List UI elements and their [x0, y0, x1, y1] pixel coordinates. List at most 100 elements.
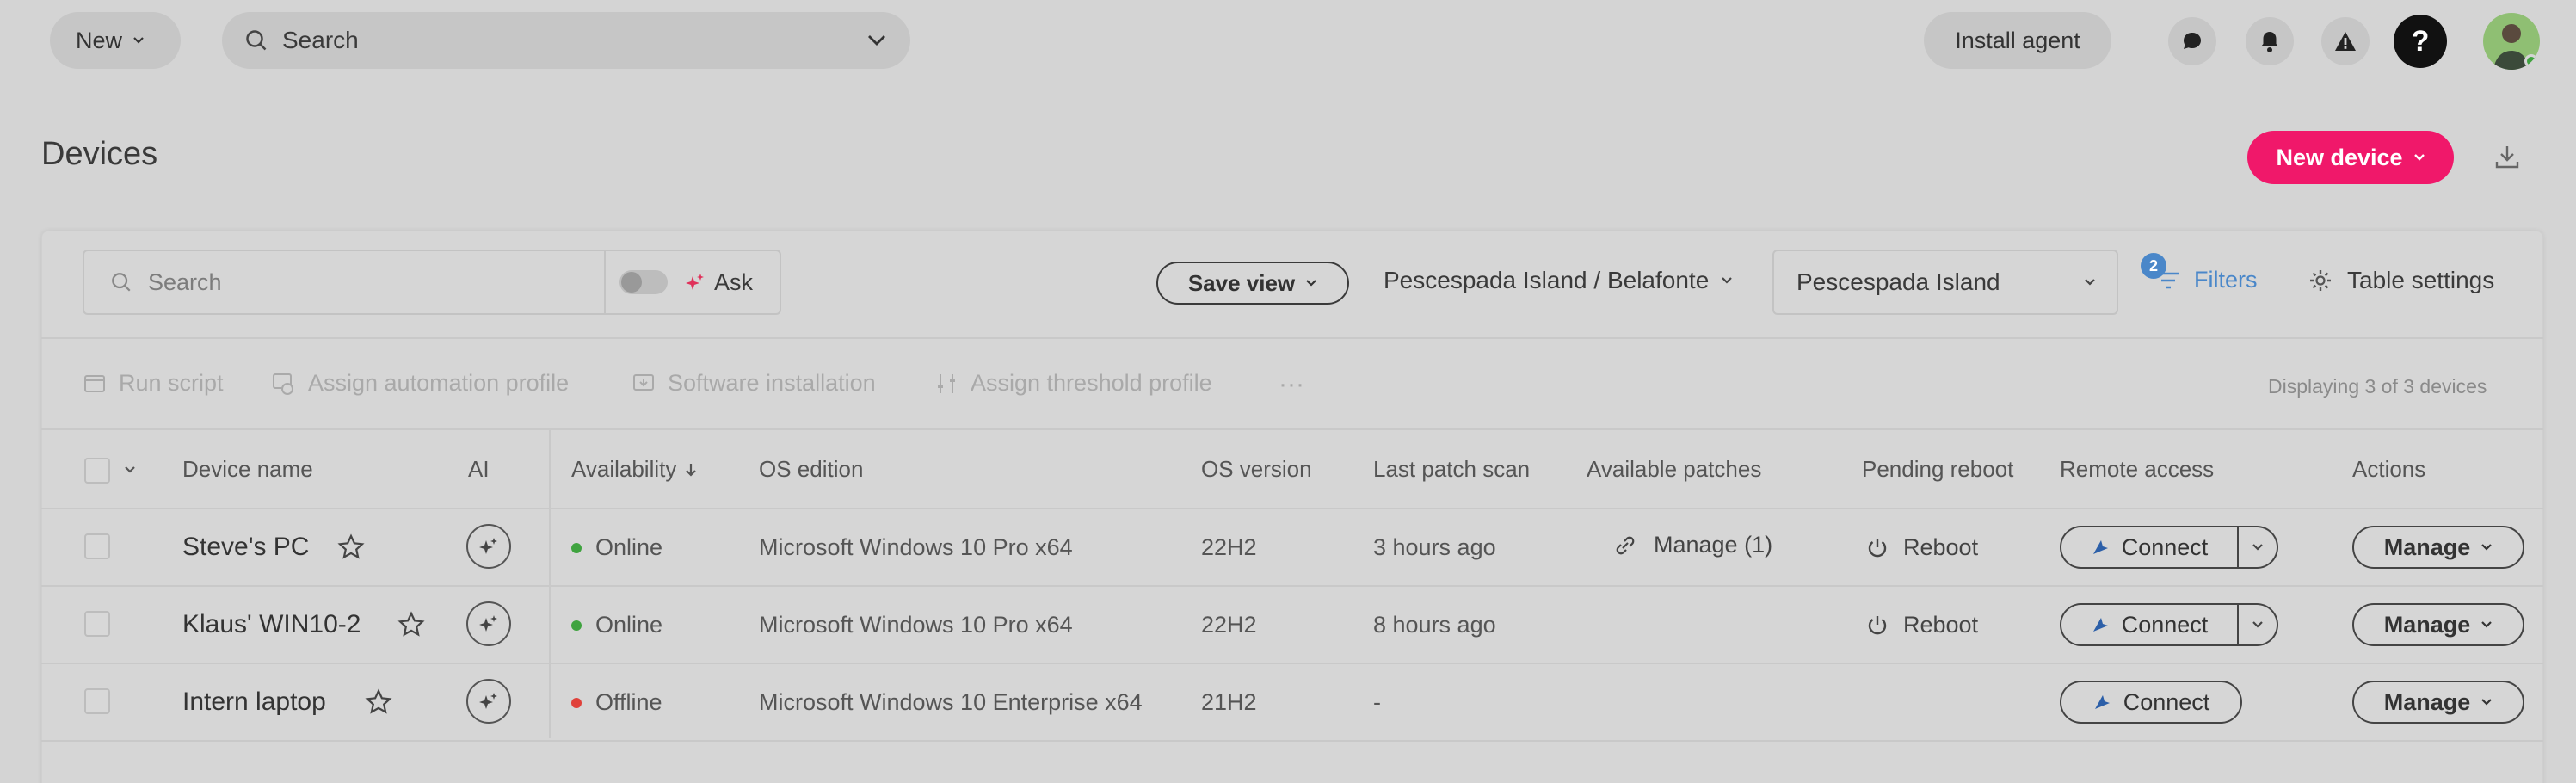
ai-ask-toggle[interactable] [619, 270, 668, 294]
new-device-button[interactable]: New device [2247, 131, 2454, 184]
chevron-down-icon[interactable] [124, 465, 136, 474]
connect-button[interactable]: Connect [2060, 603, 2239, 646]
sort-down-icon [686, 463, 697, 477]
manage-button[interactable]: Manage [2352, 603, 2524, 646]
assign-automation-profile-button[interactable]: Assign automation profile [270, 370, 569, 397]
availability-header-label: Availability [571, 456, 677, 482]
new-device-label: New device [2276, 144, 2403, 170]
displaying-count: Displaying 3 of 3 devices [2268, 375, 2487, 398]
install-agent-label: Install agent [1955, 27, 2080, 53]
column-divider [549, 428, 551, 738]
run-script-label: Run script [119, 370, 224, 396]
column-header-os-version[interactable]: OS version [1201, 456, 1312, 483]
alert-icon[interactable] [2321, 17, 2370, 65]
assign-threshold-profile-button[interactable]: Assign threshold profile [934, 370, 1212, 397]
star-icon[interactable] [397, 611, 425, 638]
global-search-label: Search [282, 27, 359, 53]
column-header-device-name[interactable]: Device name [182, 456, 313, 483]
new-menu-label: New [76, 27, 123, 53]
software-installation-button[interactable]: Software installation [632, 370, 876, 397]
availability-status: Offline [571, 689, 662, 716]
availability-status: Online [571, 612, 662, 638]
new-menu-button[interactable]: New [50, 12, 181, 69]
connect-button[interactable]: Connect [2060, 681, 2242, 724]
help-icon[interactable]: ? [2394, 15, 2447, 68]
online-status-dot [2524, 54, 2538, 68]
power-icon [1868, 538, 1887, 557]
chevron-down-icon [2252, 621, 2263, 628]
os-edition-cell: Microsoft Windows 10 Pro x64 [759, 534, 1073, 560]
assign-threshold-label: Assign threshold profile [971, 370, 1212, 396]
connect-options-button[interactable] [2239, 526, 2278, 569]
ai-assist-button[interactable] [466, 524, 511, 569]
save-view-button[interactable]: Save view [1156, 262, 1349, 305]
user-avatar[interactable] [2483, 13, 2540, 70]
ai-assist-button[interactable] [466, 679, 511, 724]
star-icon[interactable] [337, 533, 365, 561]
site-select[interactable]: Pescespada Island [1772, 250, 2118, 315]
power-icon [1868, 615, 1887, 634]
threshold-icon [938, 373, 955, 393]
column-header-available-patches[interactable]: Available patches [1587, 456, 1761, 483]
download-icon[interactable] [2493, 143, 2521, 170]
column-header-os-edition[interactable]: OS edition [759, 456, 863, 483]
table-settings-label: Table settings [2347, 267, 2495, 293]
organization-selector[interactable]: Pescespada Island / Belafonte [1384, 267, 1733, 294]
reboot-label: Reboot [1903, 534, 1979, 560]
manage-button[interactable]: Manage [2352, 681, 2524, 724]
search-icon [112, 273, 131, 292]
automation-icon [273, 373, 293, 395]
chevron-down-icon [2413, 153, 2425, 162]
more-actions-button[interactable]: ··· [1279, 370, 1304, 399]
install-agent-button[interactable]: Install agent [1924, 12, 2111, 69]
chevron-down-icon[interactable] [867, 34, 886, 46]
manage-patches-link[interactable]: Manage (1) [1612, 532, 1772, 558]
link-icon [1616, 536, 1635, 554]
connect-options-button[interactable] [2239, 603, 2278, 646]
os-version-cell: 22H2 [1201, 534, 1257, 560]
connect-split-button: Connect [2060, 603, 2278, 646]
reboot-button[interactable]: Reboot [1865, 534, 1978, 561]
device-name-link[interactable]: Intern laptop [182, 687, 326, 717]
ask-label: Ask [714, 268, 754, 295]
availability-label: Online [595, 612, 663, 638]
remote-icon [2092, 540, 2108, 554]
manage-button[interactable]: Manage [2352, 526, 2524, 569]
bell-icon[interactable] [2246, 17, 2294, 65]
chevron-down-icon [1721, 276, 1733, 285]
column-header-pending-reboot[interactable]: Pending reboot [1862, 456, 2013, 483]
run-script-button[interactable]: Run script [83, 370, 224, 397]
chevron-down-icon [2480, 698, 2493, 706]
more-actions-icon: ··· [1279, 370, 1304, 398]
column-header-ai[interactable]: AI [468, 456, 490, 483]
availability-label: Offline [595, 689, 662, 715]
column-header-availability[interactable]: Availability [571, 456, 697, 483]
column-header-remote-access[interactable]: Remote access [2060, 456, 2214, 483]
table-settings-button[interactable]: Table settings [2308, 267, 2494, 294]
star-icon[interactable] [365, 688, 392, 716]
global-search-input[interactable]: Search [222, 12, 910, 69]
device-name-link[interactable]: Klaus' WIN10-2 [182, 610, 361, 639]
availability-status: Online [571, 534, 662, 561]
select-all-checkbox[interactable] [84, 458, 110, 484]
row-checkbox[interactable] [84, 611, 110, 637]
connect-button[interactable]: Connect [2060, 526, 2239, 569]
column-header-actions[interactable]: Actions [2352, 456, 2425, 483]
software-installation-label: Software installation [668, 370, 876, 396]
column-header-last-patch-scan[interactable]: Last patch scan [1373, 456, 1530, 483]
last-patch-scan-cell: 8 hours ago [1373, 612, 1496, 638]
table-search-input[interactable]: Search [84, 251, 606, 313]
device-name-link[interactable]: Steve's PC [182, 533, 309, 562]
chevron-down-icon [2084, 278, 2096, 287]
filters-label: Filters [2194, 267, 2258, 293]
reboot-button[interactable]: Reboot [1865, 612, 1978, 638]
row-checkbox[interactable] [84, 688, 110, 714]
chat-icon[interactable] [2168, 17, 2216, 65]
row-checkbox[interactable] [84, 533, 110, 559]
ai-assist-button[interactable] [466, 601, 511, 646]
status-dot [571, 542, 582, 553]
availability-label: Online [595, 534, 663, 560]
ask-button[interactable]: Ask [685, 269, 753, 296]
filters-button[interactable]: 2 Filters [2141, 253, 2258, 293]
remote-icon [2092, 618, 2108, 632]
